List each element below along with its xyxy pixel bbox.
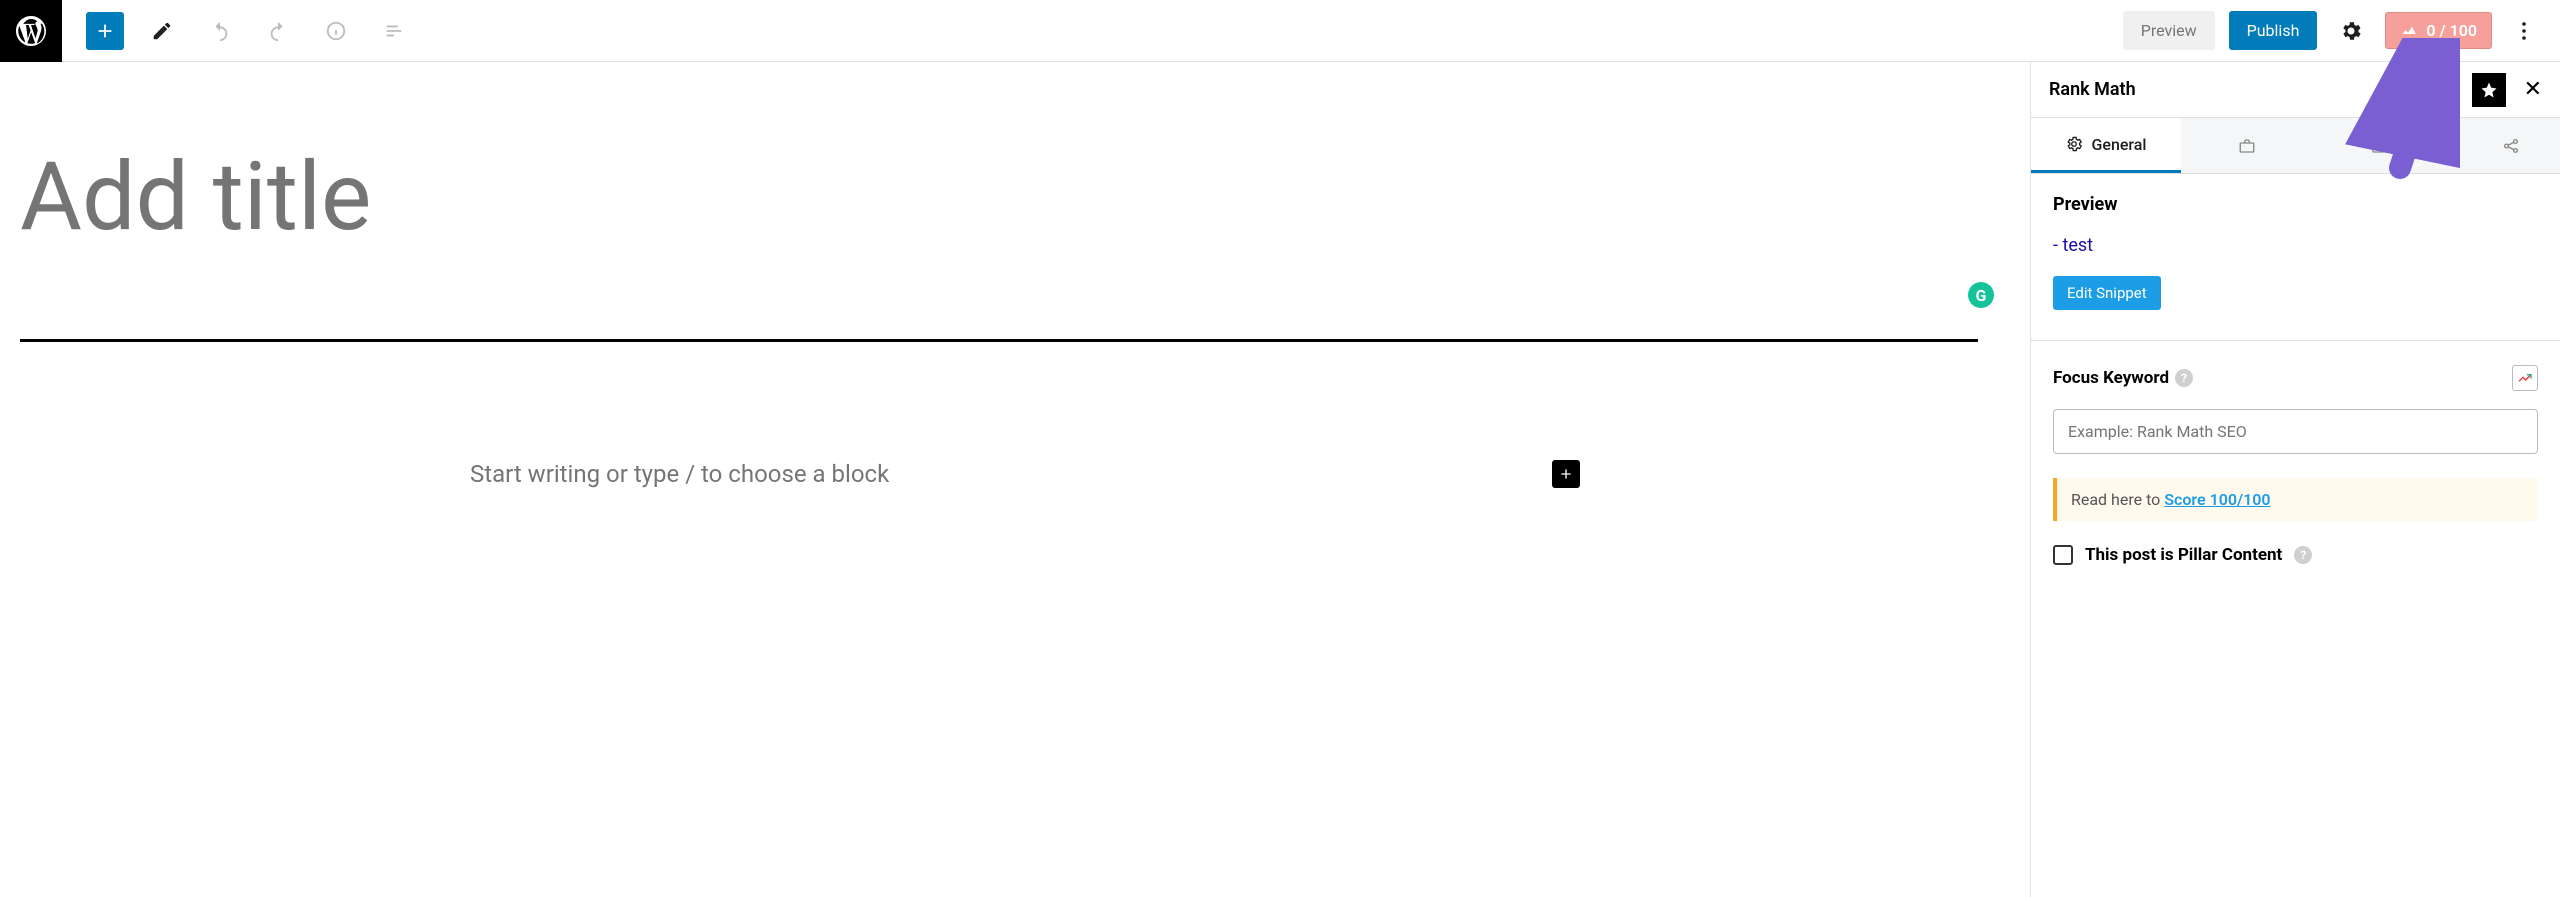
- share-icon: [2502, 137, 2520, 155]
- wordpress-logo[interactable]: [0, 0, 62, 62]
- more-options-button[interactable]: [2506, 11, 2542, 51]
- favorite-button[interactable]: [2472, 73, 2506, 107]
- pencil-icon: [151, 20, 173, 42]
- sidebar-title: Rank Math: [2049, 79, 2136, 100]
- focus-keyword-label-text: Focus Keyword: [2053, 368, 2169, 388]
- tab-advanced[interactable]: [2181, 118, 2313, 173]
- inline-add-block-button[interactable]: [1552, 460, 1580, 488]
- post-title-input[interactable]: [20, 62, 1990, 273]
- edit-snippet-button[interactable]: Edit Snippet: [2053, 276, 2161, 310]
- undo-icon: [209, 20, 231, 42]
- seo-score-text: 0 / 100: [2426, 21, 2477, 40]
- help-icon[interactable]: ?: [2175, 369, 2193, 387]
- preview-button[interactable]: Preview: [2123, 11, 2215, 50]
- trends-button[interactable]: [2512, 365, 2538, 391]
- tab-schema[interactable]: [2313, 118, 2445, 173]
- section-divider: [2031, 340, 2560, 341]
- pillar-label: This post is Pillar Content: [2085, 545, 2282, 565]
- kebab-icon: [2512, 19, 2536, 43]
- info-icon: [325, 20, 347, 42]
- close-sidebar-button[interactable]: ✕: [2524, 79, 2542, 101]
- gear-icon: [2339, 19, 2363, 43]
- title-area: G: [20, 62, 2030, 273]
- schema-icon: [2370, 137, 2388, 155]
- grammarly-icon: G: [1976, 286, 1987, 305]
- toolbar-left: [62, 11, 414, 51]
- tab-social[interactable]: [2445, 118, 2560, 173]
- tab-general[interactable]: General: [2031, 118, 2181, 173]
- redo-icon: [267, 20, 289, 42]
- edit-mode-button[interactable]: [142, 11, 182, 51]
- editor-canvas: G Start writing or type / to choose a bl…: [0, 62, 2030, 897]
- rankmath-icon: [2400, 22, 2418, 40]
- trend-icon: [2517, 370, 2533, 386]
- seo-score-badge[interactable]: 0 / 100: [2385, 12, 2492, 49]
- briefcase-icon: [2238, 137, 2256, 155]
- publish-button[interactable]: Publish: [2229, 11, 2318, 50]
- notice-link[interactable]: Score 100/100: [2164, 490, 2270, 509]
- pillar-checkbox[interactable]: [2053, 545, 2073, 565]
- block-hint-text: Start writing or type / to choose a bloc…: [470, 460, 889, 488]
- score-notice: Read here to Score 100/100: [2053, 478, 2538, 521]
- grammarly-badge[interactable]: G: [1968, 282, 1994, 308]
- focus-keyword-input[interactable]: [2053, 409, 2538, 454]
- tab-general-label: General: [2091, 135, 2146, 154]
- plus-icon: [1558, 466, 1574, 482]
- preview-heading: Preview: [2053, 194, 2538, 215]
- wordpress-icon: [13, 13, 49, 49]
- sidebar-tabs: General: [2031, 118, 2560, 174]
- plus-icon: [94, 20, 116, 42]
- settings-button[interactable]: [2331, 11, 2371, 51]
- close-icon: ✕: [2524, 77, 2542, 102]
- focus-keyword-label: Focus Keyword ?: [2053, 368, 2193, 388]
- sidebar-header: Rank Math ✕: [2031, 62, 2560, 118]
- undo-button[interactable]: [200, 11, 240, 51]
- pillar-content-row: This post is Pillar Content ?: [2053, 545, 2538, 565]
- redo-button[interactable]: [258, 11, 298, 51]
- snippet-preview-title[interactable]: - test: [2053, 235, 2538, 256]
- toolbar-right: Preview Publish 0 / 100: [2123, 11, 2560, 51]
- add-block-button[interactable]: [86, 12, 124, 50]
- gear-icon: [2065, 135, 2083, 153]
- info-button[interactable]: [316, 11, 356, 51]
- empty-block-prompt[interactable]: Start writing or type / to choose a bloc…: [470, 460, 1580, 488]
- editor-top-bar: Preview Publish 0 / 100: [0, 0, 2560, 62]
- help-icon[interactable]: ?: [2294, 546, 2312, 564]
- title-separator: [20, 339, 1978, 342]
- sidebar-body: Preview - test Edit Snippet Focus Keywor…: [2031, 174, 2560, 585]
- list-icon: [383, 20, 405, 42]
- star-icon: [2480, 81, 2498, 99]
- outline-button[interactable]: [374, 11, 414, 51]
- notice-prefix: Read here to: [2071, 490, 2164, 509]
- rankmath-sidebar: Rank Math ✕ General Preview - test Edit …: [2030, 62, 2560, 897]
- focus-keyword-row: Focus Keyword ?: [2053, 365, 2538, 391]
